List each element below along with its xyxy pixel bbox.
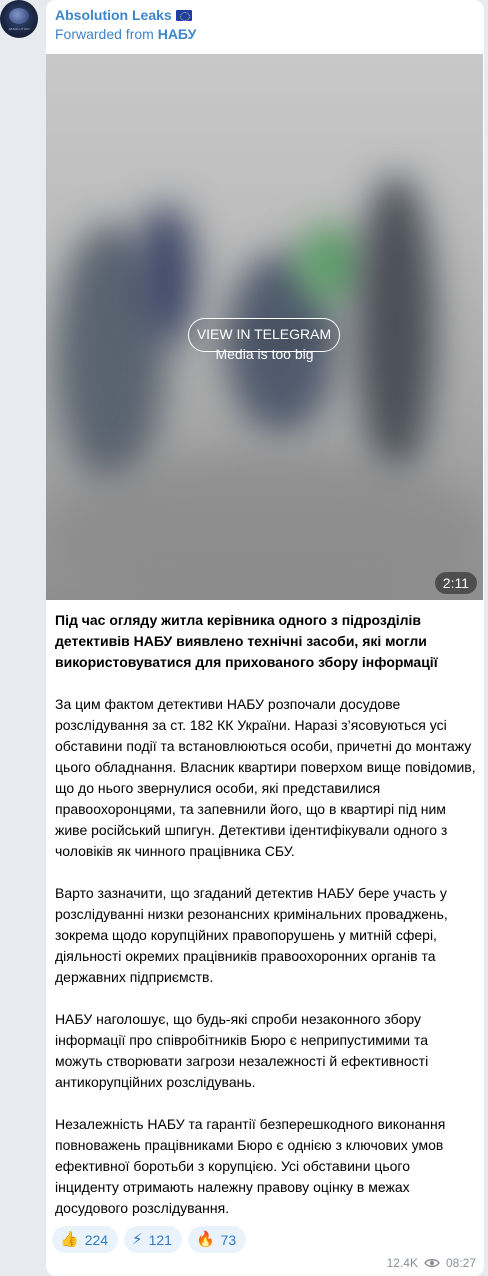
lightning-icon: ⚡: [132, 1231, 143, 1248]
reaction-count: 121: [148, 1231, 172, 1248]
blur-shape: [136, 204, 196, 344]
avatar-caption: ABSOLUTION: [8, 27, 30, 31]
thumbs-up-icon: 👍: [60, 1231, 79, 1248]
reaction-lightning[interactable]: ⚡ 121: [124, 1226, 182, 1253]
forwarded-from: Forwarded from НАБУ: [55, 24, 196, 44]
eye-icon: [424, 1258, 440, 1268]
view-count: 12.4K: [386, 1256, 418, 1270]
message-paragraph: Незалежність НАБУ та гарантії безперешко…: [55, 1116, 446, 1216]
reaction-fire[interactable]: 🔥 73: [187, 1226, 247, 1253]
reactions-bar: 👍 224 ⚡ 121 🔥 73: [52, 1226, 247, 1253]
video-preview[interactable]: Media is too big VIEW IN TELEGRAM 2:11: [46, 54, 483, 600]
message-card: Absolution Leaks Forwarded from НАБУ Med…: [46, 0, 484, 1276]
blur-shape: [46, 454, 483, 600]
view-in-telegram-button[interactable]: VIEW IN TELEGRAM: [188, 318, 340, 352]
forwarded-source[interactable]: НАБУ: [158, 26, 197, 42]
channel-avatar[interactable]: ABSOLUTION: [0, 0, 38, 38]
message-meta: 12.4K 08:27: [387, 1256, 476, 1270]
eu-flag-icon: [175, 10, 192, 21]
message-header: Absolution Leaks Forwarded from НАБУ: [55, 6, 196, 44]
message-paragraph: За цим фактом детективи НАБУ розпочали д…: [55, 696, 476, 859]
reaction-count: 224: [84, 1231, 109, 1248]
message-paragraph: НАБУ наголошує, що будь-які спроби незак…: [55, 1011, 429, 1090]
message-text: Під час огляду житла керівника одного з …: [55, 610, 477, 1240]
brain-logo-icon: [9, 8, 29, 24]
blur-shape: [296, 224, 366, 304]
reaction-count: 73: [220, 1231, 237, 1248]
message-time: 08:27: [445, 1256, 476, 1270]
video-duration: 2:11: [434, 572, 477, 594]
channel-name[interactable]: Absolution Leaks: [55, 7, 172, 23]
message-headline: Під час огляду житла керівника одного з …: [55, 612, 438, 670]
message-paragraph: Варто зазначити, що згаданий детектив НА…: [55, 885, 448, 985]
blur-shape: [356, 174, 436, 474]
reaction-thumbs-up[interactable]: 👍 224: [52, 1226, 119, 1253]
fire-icon: 🔥: [195, 1231, 215, 1248]
forwarded-prefix: Forwarded from: [55, 26, 158, 42]
